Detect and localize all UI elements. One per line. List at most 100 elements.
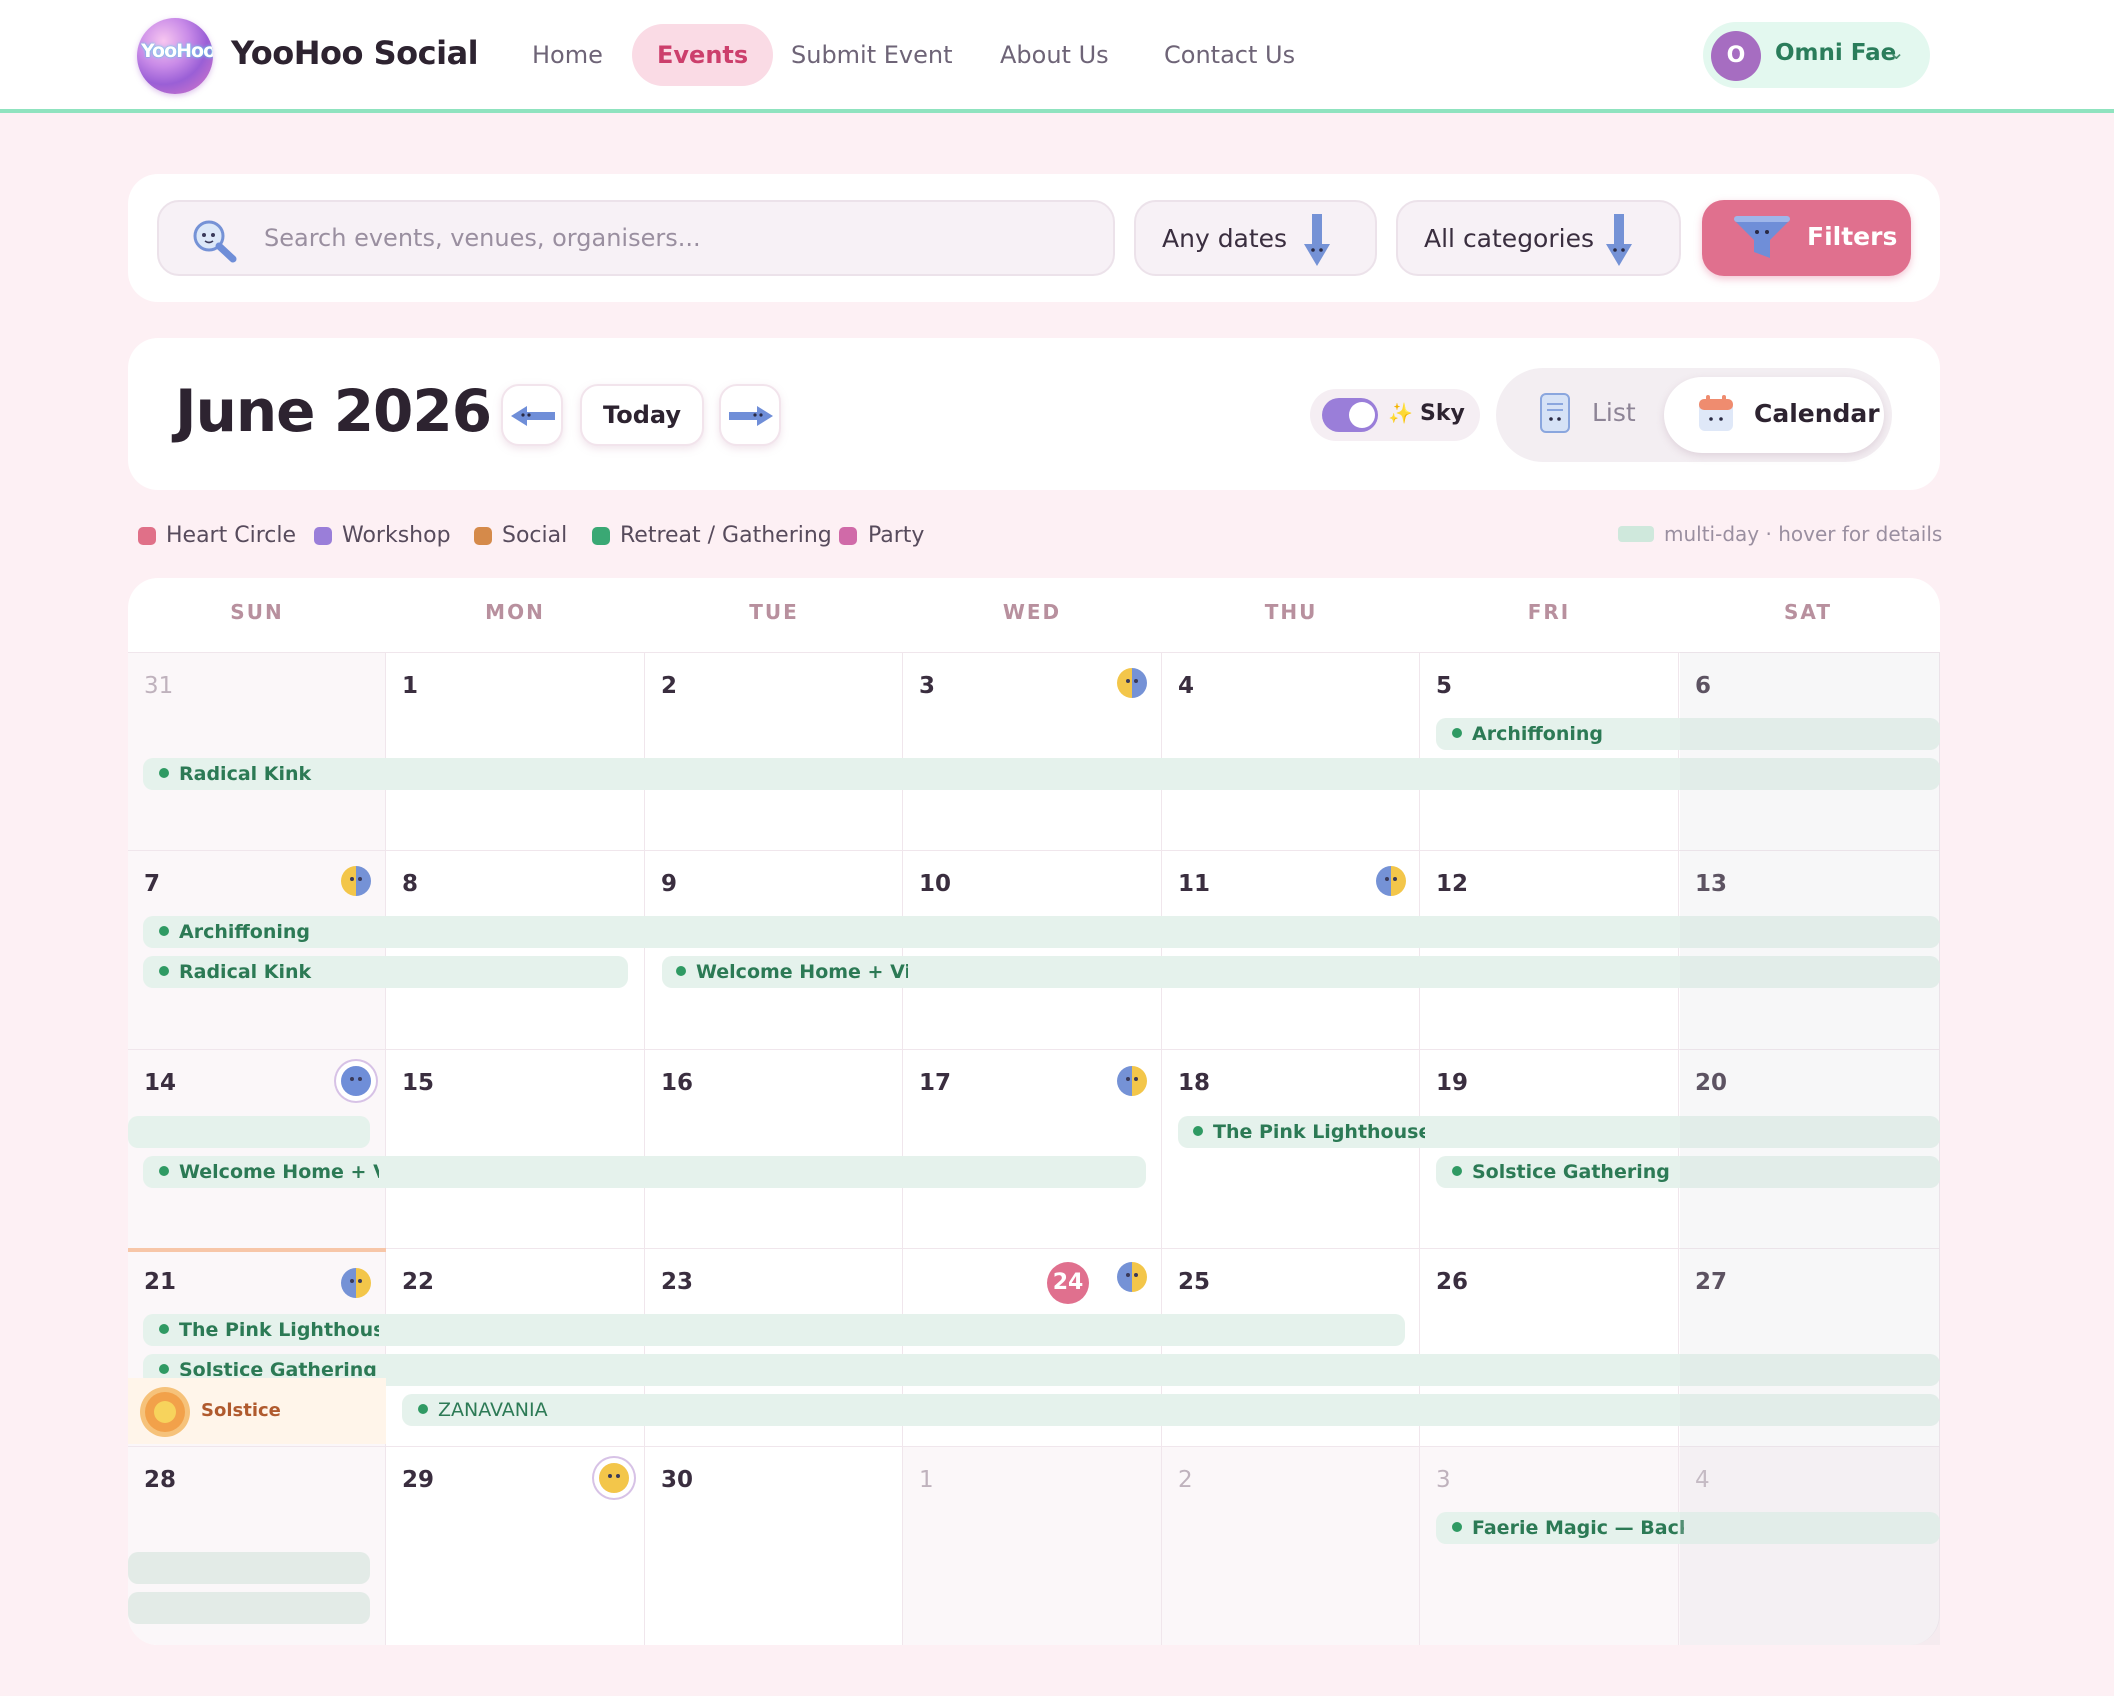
avatar: O	[1711, 31, 1761, 81]
day-number: 17	[919, 1070, 952, 1096]
arrow-right-icon	[729, 406, 773, 426]
user-menu-button[interactable]: O Omni Fae ⌄	[1703, 22, 1930, 88]
event-bar[interactable]	[128, 1592, 370, 1624]
sparkle-icon: ✨	[1388, 401, 1413, 425]
event-bar[interactable]	[128, 1116, 370, 1148]
filters-button[interactable]: Filters	[1702, 200, 1911, 276]
legend-label: Social	[502, 523, 568, 548]
day-cell[interactable]: 3	[1420, 1446, 1679, 1645]
nav-submit-event[interactable]: Submit Event	[766, 24, 978, 86]
weekday-sat: SAT	[1784, 600, 1832, 624]
nav-home[interactable]: Home	[507, 24, 628, 86]
arrow-down-icon	[1304, 214, 1330, 266]
day-number: 30	[661, 1467, 694, 1493]
moon-phase-icon	[341, 866, 371, 896]
search-icon	[193, 220, 237, 263]
nav-about-us[interactable]: About Us	[975, 24, 1134, 86]
search-input[interactable]: Search events, venues, organisers...	[157, 200, 1115, 276]
view-switcher: List Calendar	[1496, 368, 1892, 462]
event-pink-lighthouse[interactable]: The Pink Lighthouse...	[1193, 1116, 1425, 1148]
sun-icon	[145, 1392, 185, 1432]
legend-label: Retreat / Gathering	[620, 523, 832, 548]
day-cell[interactable]: 2	[645, 652, 903, 850]
legend-label: Heart Circle	[166, 523, 297, 548]
event-radical-kink[interactable]: Radical Kink	[159, 956, 379, 988]
user-name: Omni Fae	[1775, 40, 1897, 66]
event-bar[interactable]	[143, 758, 1940, 790]
event-archiffoning[interactable]: Archiffoning	[159, 916, 379, 948]
event-welcome-home[interactable]: Welcome Home + Vi...	[676, 956, 908, 988]
view-list-button[interactable]: List	[1592, 398, 1636, 427]
event-zanavania[interactable]: ZANAVANIA	[418, 1394, 638, 1426]
day-cell[interactable]: 1	[903, 1446, 1162, 1645]
calendar-label: Calendar	[1754, 399, 1880, 428]
event-faerie-magic[interactable]: Faerie Magic — Back...	[1452, 1512, 1684, 1544]
new-moon-icon	[341, 1066, 371, 1096]
moon-phase-icon	[1117, 668, 1147, 698]
day-cell[interactable]: 31	[128, 652, 386, 850]
arrow-left-icon	[511, 406, 555, 426]
sky-toggle[interactable]: ✨ Sky	[1310, 389, 1480, 441]
day-number: 2	[661, 673, 678, 699]
event-bar[interactable]	[128, 1552, 370, 1584]
day-number: 23	[661, 1269, 694, 1295]
view-calendar-button[interactable]: Calendar	[1664, 377, 1884, 453]
day-number: 28	[144, 1467, 177, 1493]
event-pink-lighthouse[interactable]: The Pink Lighthouse...	[159, 1314, 379, 1346]
event-radical-kink[interactable]: Radical Kink	[159, 758, 379, 790]
day-cell[interactable]: 4	[1162, 652, 1420, 850]
prev-month-button[interactable]	[501, 384, 563, 446]
day-cell[interactable]: 30	[645, 1446, 903, 1645]
event-solstice-gathering[interactable]: Solstice Gathering	[159, 1354, 379, 1376]
next-month-button[interactable]	[719, 384, 781, 446]
categories-label: All categories	[1424, 224, 1594, 253]
event-welcome-home[interactable]: Welcome Home + Vi...	[159, 1156, 379, 1188]
moon-phase-icon	[1117, 1262, 1147, 1292]
day-number: 10	[919, 871, 952, 897]
day-cell[interactable]: 2	[1162, 1446, 1420, 1645]
day-number: 26	[1436, 1269, 1469, 1295]
day-cell[interactable]: 15	[386, 1049, 645, 1248]
event-archiffoning[interactable]: Archiffoning	[1452, 718, 1672, 750]
day-number: 12	[1436, 871, 1469, 897]
today-marker[interactable]: 24	[1047, 1262, 1089, 1304]
brand-name[interactable]: YooHoo Social	[231, 34, 479, 72]
day-number: 2	[1178, 1467, 1193, 1493]
weekday-mon: MON	[485, 600, 545, 624]
calendar-icon	[1699, 395, 1733, 431]
dates-label: Any dates	[1162, 224, 1288, 253]
moon-phase-icon	[341, 1268, 371, 1298]
toggle-switch[interactable]	[1322, 398, 1378, 432]
solstice-highlight	[128, 1248, 386, 1252]
day-cell[interactable]: 1	[386, 652, 645, 850]
day-number: 3	[919, 673, 936, 699]
yoohoo-logo[interactable]: YooHoo	[137, 18, 213, 94]
day-cell[interactable]: 9	[645, 850, 903, 1049]
day-cell[interactable]: 18	[1162, 1049, 1420, 1248]
day-number: 11	[1178, 871, 1211, 897]
day-cell[interactable]: 10	[903, 850, 1162, 1049]
day-number: 1	[919, 1467, 934, 1493]
event-bar[interactable]	[143, 1354, 1940, 1386]
day-cell[interactable]: 8	[386, 850, 645, 1049]
day-number: 29	[402, 1467, 435, 1493]
dates-dropdown[interactable]: Any dates	[1134, 200, 1377, 276]
categories-dropdown[interactable]: All categories	[1396, 200, 1681, 276]
day-number: 15	[402, 1070, 435, 1096]
arrow-down-icon	[1606, 214, 1632, 266]
multi-day-swatch	[1618, 526, 1654, 542]
day-cell[interactable]: 16	[645, 1049, 903, 1248]
day-cell[interactable]: 12	[1420, 850, 1679, 1049]
day-number: 22	[402, 1269, 435, 1295]
weekday-tue: TUE	[749, 600, 799, 624]
day-number: 8	[402, 871, 419, 897]
legend-label: Party	[868, 523, 925, 548]
day-cell[interactable]: 5	[1420, 652, 1679, 850]
nav-events[interactable]: Events	[632, 24, 774, 86]
today-button[interactable]: Today	[580, 384, 704, 446]
solstice-marker: Solstice	[128, 1378, 386, 1444]
event-bar[interactable]	[143, 916, 1940, 948]
nav-contact-us[interactable]: Contact Us	[1139, 24, 1320, 86]
event-solstice-gathering[interactable]: Solstice Gathering	[1452, 1156, 1672, 1188]
day-cell[interactable]: 19	[1420, 1049, 1679, 1248]
